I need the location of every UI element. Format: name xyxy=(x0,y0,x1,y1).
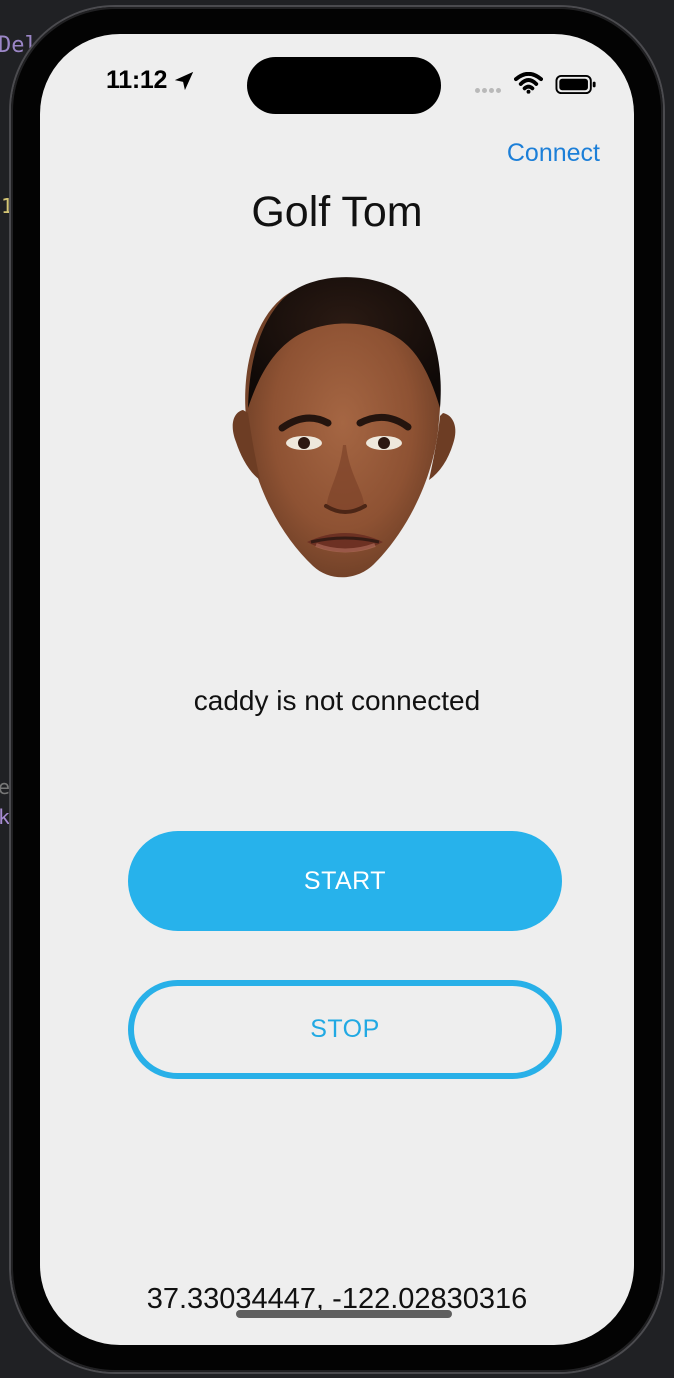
desktop-background: Dele 1 e k 11:12 Connect Golf Tom caddy … xyxy=(0,0,674,1378)
connect-button[interactable]: Connect xyxy=(507,138,600,168)
stop-button[interactable]: STOP xyxy=(128,980,562,1079)
cellular-signal-icon xyxy=(475,80,507,93)
connection-status-text: caddy is not connected xyxy=(193,685,481,716)
start-button[interactable]: START xyxy=(128,831,562,931)
background-code-fragment: k xyxy=(0,805,11,829)
wifi-icon xyxy=(514,72,543,94)
status-bar: 11:12 xyxy=(40,34,634,129)
location-arrow-icon xyxy=(174,71,194,91)
app-screen: 11:12 Connect Golf Tom caddy is not conn… xyxy=(40,34,634,1345)
app-title: Golf Tom xyxy=(251,188,423,236)
home-indicator[interactable] xyxy=(236,1310,452,1318)
dynamic-island xyxy=(247,57,441,114)
iphone-device-frame: 11:12 Connect Golf Tom caddy is not conn… xyxy=(11,7,663,1372)
battery-icon xyxy=(555,74,596,95)
golfer-face-image xyxy=(232,277,456,578)
status-time: 11:12 xyxy=(106,66,168,94)
background-code-fragment: e xyxy=(0,775,11,799)
